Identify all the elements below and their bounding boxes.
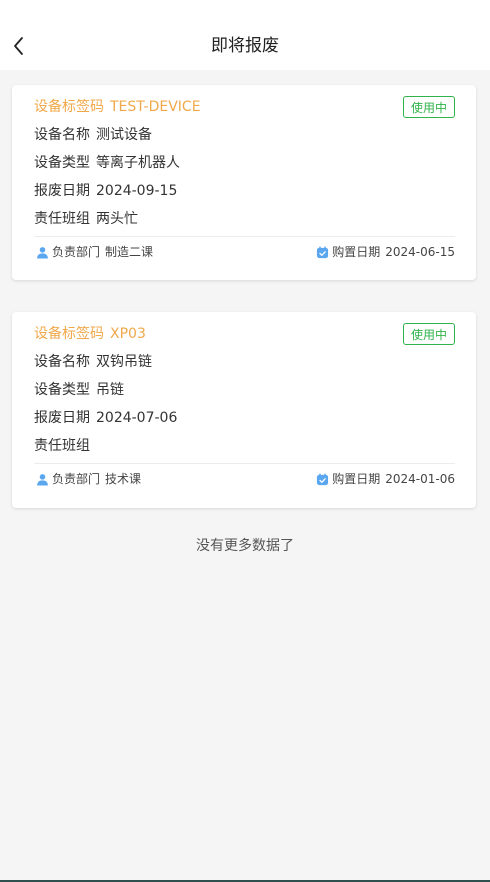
calendar-icon — [317, 245, 329, 258]
device-card[interactable]: 设备标签码 XP03 使用中 设备名称 双钩吊链 设备类型 吊链 报废日期 2024-0… — [12, 312, 476, 508]
device-name-label: 设备名称 — [34, 354, 90, 370]
scrap-date-row: 报废日期 2024-09-15 — [34, 181, 177, 201]
device-name-label: 设备名称 — [34, 127, 90, 143]
dept-info: 负责部门 制造二课 — [36, 244, 153, 260]
nav-header: 即将报废 — [0, 0, 490, 70]
dept-label: 负责部门 — [52, 472, 101, 486]
dept-value: 技术课 — [105, 472, 142, 486]
device-type-row: 设备类型 吊链 — [34, 380, 124, 400]
device-name-value: 测试设备 — [96, 127, 152, 143]
device-type-value: 等离子机器人 — [96, 155, 180, 171]
device-type-label: 设备类型 — [34, 155, 90, 171]
card-divider — [34, 236, 455, 237]
dept-label: 负责部门 — [52, 245, 101, 259]
device-type-label: 设备类型 — [34, 382, 90, 398]
status-badge: 使用中 — [402, 323, 455, 345]
purchase-info: 购置日期 2024-01-06 — [316, 471, 455, 487]
scrap-date-value: 2024-09-15 — [96, 183, 178, 199]
card-divider — [34, 463, 455, 464]
device-name-row: 设备名称 测试设备 — [34, 125, 152, 145]
device-code-value: TEST-DEVICE — [110, 99, 201, 115]
user-icon — [37, 246, 48, 259]
purchase-info: 购置日期 2024-06-15 — [316, 244, 455, 260]
scrap-date-value: 2024-07-06 — [96, 410, 178, 426]
user-icon — [37, 473, 48, 486]
device-name-row: 设备名称 双钩吊链 — [34, 352, 152, 372]
device-card[interactable]: 设备标签码 TEST-DEVICE 使用中 设备名称 测试设备 设备类型 等离子机器人… — [12, 85, 476, 280]
purchase-date-value: 2024-01-06 — [385, 472, 455, 486]
purchase-date-value: 2024-06-15 — [385, 245, 455, 259]
status-badge: 使用中 — [402, 96, 455, 118]
device-code-label: 设备标签码 — [34, 326, 104, 342]
calendar-icon — [317, 472, 329, 485]
device-code-row: 设备标签码 TEST-DEVICE — [34, 97, 201, 117]
team-label: 责任班组 — [34, 438, 90, 454]
team-row: 责任班组 — [34, 436, 96, 456]
scrap-date-label: 报废日期 — [34, 183, 90, 199]
device-code-row: 设备标签码 XP03 — [34, 324, 146, 344]
team-row: 责任班组 两头忙 — [34, 209, 138, 229]
team-label: 责任班组 — [34, 211, 90, 227]
dept-info: 负责部门 技术课 — [36, 471, 141, 487]
dept-value: 制造二课 — [105, 245, 154, 259]
purchase-label: 购置日期 — [332, 472, 381, 486]
scrap-date-row: 报废日期 2024-07-06 — [34, 408, 177, 428]
device-type-row: 设备类型 等离子机器人 — [34, 153, 180, 173]
page-title: 即将报废 — [211, 36, 279, 56]
device-code-value: XP03 — [110, 326, 146, 342]
device-name-value: 双钩吊链 — [96, 354, 152, 370]
no-more-data-text: 没有更多数据了 — [196, 538, 294, 554]
purchase-label: 购置日期 — [332, 245, 381, 259]
device-code-label: 设备标签码 — [34, 99, 104, 115]
scrap-date-label: 报废日期 — [34, 410, 90, 426]
device-type-value: 吊链 — [96, 382, 124, 398]
team-value: 两头忙 — [96, 211, 138, 227]
